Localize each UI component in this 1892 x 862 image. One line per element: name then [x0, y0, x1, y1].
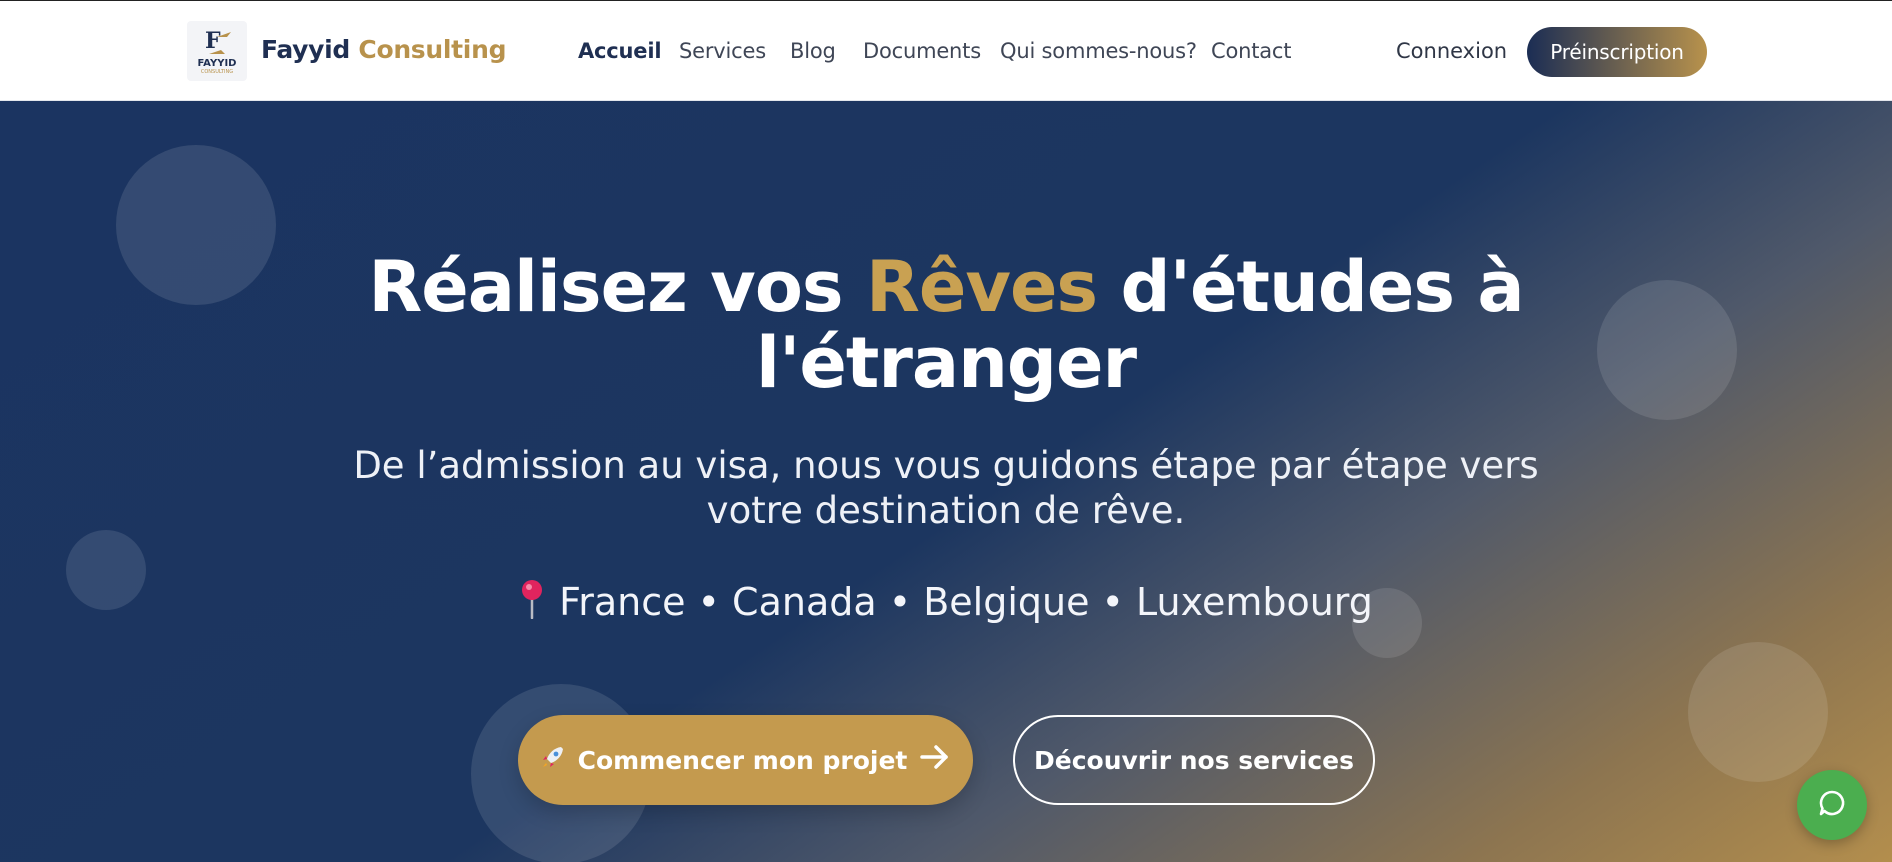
hero-title: Réalisez vos Rêves d'études à l'étranger: [296, 249, 1596, 401]
decorative-circle: [1597, 280, 1737, 420]
destination-countries: France • Canada • Belgique • Luxembourg: [346, 577, 1546, 627]
chat-widget-button[interactable]: [1797, 770, 1867, 840]
nav-services[interactable]: Services: [679, 39, 766, 63]
hero-title-start: Réalisez vos: [368, 246, 843, 328]
arrow-right-icon: [919, 743, 951, 777]
hero-section: Réalisez vos Rêves d'études à l'étranger…: [0, 101, 1892, 862]
countries-list: France • Canada • Belgique • Luxembourg: [559, 580, 1373, 624]
rocket-icon: [540, 744, 566, 776]
decorative-circle: [116, 145, 276, 305]
hero-title-highlight: Rêves: [865, 246, 1098, 328]
decorative-circle: [1688, 642, 1828, 782]
logo-wordmark: FAYYID: [198, 58, 237, 69]
preinscription-button[interactable]: Préinscription: [1527, 27, 1707, 77]
start-project-label: Commencer mon projet: [577, 745, 908, 775]
nav-qui-sommes-nous[interactable]: Qui sommes-nous?: [1000, 39, 1197, 63]
brand-name[interactable]: Fayyid Consulting: [261, 35, 506, 64]
login-link[interactable]: Connexion: [1396, 39, 1507, 63]
top-navigation-bar: F FAYYID CONSULTING Fayyid Consulting Ac…: [0, 0, 1892, 101]
nav-blog[interactable]: Blog: [790, 39, 836, 63]
hero-subtitle: De l’admission au visa, nous vous guidon…: [353, 444, 1539, 532]
brand-name-first: Fayyid: [261, 35, 350, 64]
nav-contact[interactable]: Contact: [1211, 39, 1292, 63]
nav-documents[interactable]: Documents: [863, 39, 981, 63]
decorative-circle: [66, 530, 146, 610]
fayyid-logo-icon[interactable]: F FAYYID CONSULTING: [187, 21, 247, 81]
map-pin-icon: [519, 579, 545, 620]
logo-tagline: CONSULTING: [201, 69, 233, 75]
svg-text:F: F: [205, 28, 221, 54]
nav-accueil[interactable]: Accueil: [578, 39, 662, 63]
start-project-button[interactable]: Commencer mon projet: [518, 715, 973, 805]
chat-bubble-icon: [1817, 788, 1847, 822]
brand-name-second: Consulting: [358, 35, 507, 64]
discover-services-button[interactable]: Découvrir nos services: [1013, 715, 1375, 805]
